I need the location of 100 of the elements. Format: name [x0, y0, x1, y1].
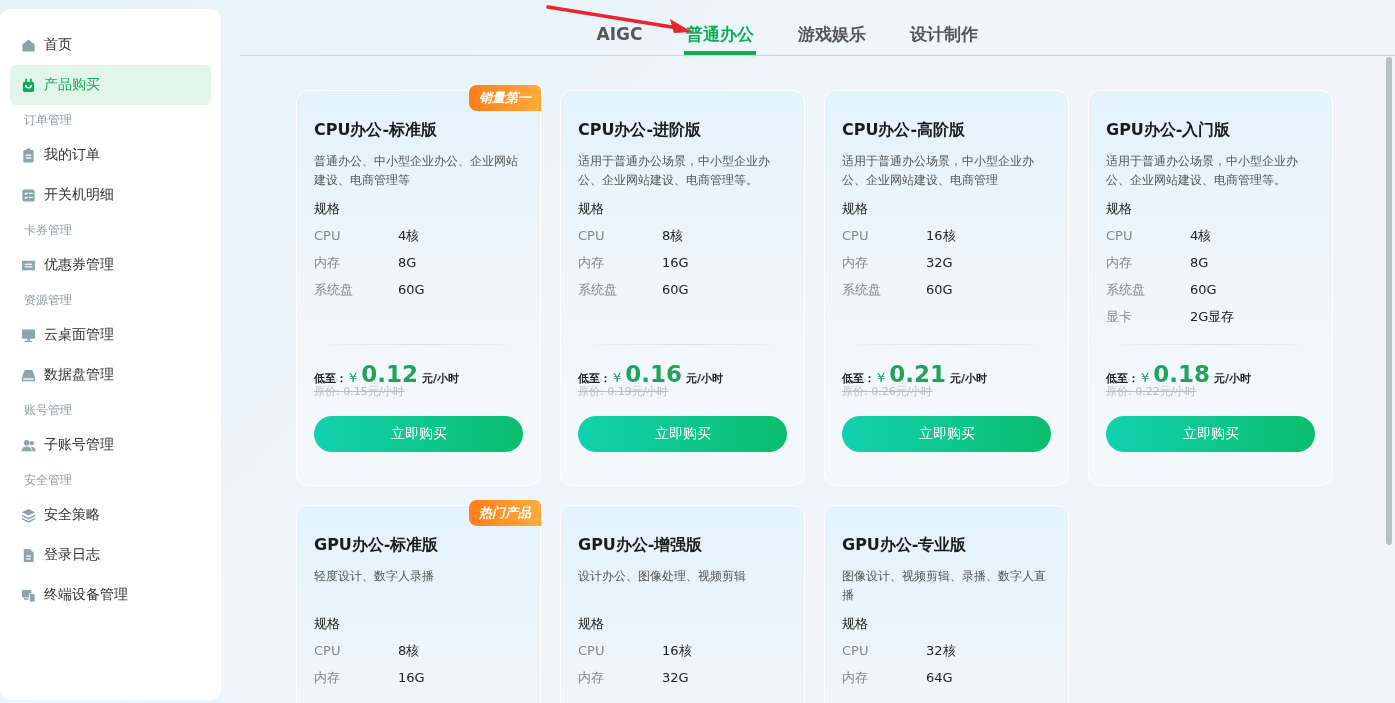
price-amount: 0.18	[1153, 361, 1211, 387]
spec-value: 16G	[398, 670, 425, 685]
spec-value: 4核	[398, 226, 420, 245]
spec-label: 系统盘	[578, 280, 618, 299]
price-prefix: 低至：	[578, 371, 611, 386]
currency-sign: ¥	[613, 370, 622, 385]
price-unit: 元/小时	[686, 371, 724, 386]
spec-value: 32G	[662, 670, 689, 685]
badge: 热门产品	[469, 500, 541, 526]
badge: 销量第一	[469, 85, 541, 111]
home-icon	[21, 37, 36, 53]
spec-value: 4核	[1190, 226, 1212, 245]
spec-label: CPU	[842, 643, 870, 658]
spec-value: 8G	[1190, 255, 1209, 270]
price-prefix: 低至：	[842, 371, 875, 386]
price-unit: 元/小时	[422, 371, 460, 386]
tab[interactable]: 游戏娱乐	[796, 9, 869, 55]
spec-label: 系统盘	[1106, 280, 1146, 299]
bag-icon	[21, 77, 36, 93]
checklist-icon	[21, 187, 36, 203]
users-icon	[21, 437, 36, 453]
spec-value: 16G	[662, 255, 689, 270]
section-heading: 安全管理	[23, 472, 73, 489]
spec-label: 内存	[314, 253, 341, 272]
drive-icon	[21, 367, 36, 383]
card-title: CPU办公-标准版	[314, 120, 439, 141]
card-description: 图像设计、视频剪辑、录播、数字人直播	[842, 568, 1047, 604]
price-amount: 0.12	[361, 361, 419, 387]
sidebar-item[interactable]: 首页	[10, 25, 211, 65]
spec-heading: 规格	[1106, 200, 1133, 218]
original-price: 原价: 0.26元/小时	[842, 384, 934, 399]
spec-value: 8核	[398, 641, 420, 660]
sidebar-item[interactable]: 安全策略	[10, 495, 211, 535]
clipboard-icon	[21, 147, 36, 163]
sidebar-item[interactable]: 优惠券管理	[10, 245, 211, 285]
tab[interactable]: AIGC	[594, 9, 645, 55]
spec-label: CPU	[578, 643, 606, 658]
spec-label: 内存	[1106, 253, 1133, 272]
monitor-icon	[21, 327, 36, 343]
original-price: 原价: 0.19元/小时	[578, 384, 670, 399]
sidebar-item[interactable]: 数据盘管理	[10, 355, 211, 395]
spec-label: CPU	[314, 643, 342, 658]
section-heading: 订单管理	[23, 112, 73, 129]
card-description: 适用于普通办公场景，中小型企业办公、企业网站建设、电商管理等。	[1106, 153, 1299, 189]
price-prefix: 低至：	[1106, 371, 1139, 386]
spec-value: 60G	[662, 282, 689, 297]
sidebar-item[interactable]: 云桌面管理	[10, 315, 211, 355]
spec-label: 系统盘	[842, 280, 882, 299]
card-description: 适用于普通办公场景，中小型企业办公、企业网站建设、电商管理	[842, 153, 1035, 189]
spec-heading: 规格	[314, 615, 341, 633]
document-icon	[21, 547, 36, 563]
spec-label: CPU	[578, 228, 606, 243]
spec-label: 内存	[578, 253, 605, 272]
spec-value: 60G	[398, 282, 425, 297]
spec-heading: 规格	[578, 200, 605, 218]
spec-value: 60G	[1190, 282, 1217, 297]
card-description: 适用于普通办公场景，中小型企业办公、企业网站建设、电商管理等。	[578, 153, 771, 189]
layers-icon	[21, 507, 36, 523]
spec-label: 系统盘	[314, 280, 354, 299]
original-price: 原价: 0.15元/小时	[314, 384, 406, 399]
spec-heading: 规格	[578, 615, 605, 633]
currency-sign: ¥	[1141, 370, 1150, 385]
currency-sign: ¥	[349, 370, 358, 385]
spec-label: 内存	[842, 253, 869, 272]
card-title: GPU办公-增强版	[578, 535, 704, 556]
spec-value: 32核	[926, 641, 956, 660]
spec-heading: 规格	[842, 615, 869, 633]
spec-value: 60G	[926, 282, 953, 297]
card-title: CPU办公-高阶版	[842, 120, 967, 141]
spec-label: 内存	[578, 668, 605, 687]
spec-value: 16核	[662, 641, 692, 660]
price-unit: 元/小时	[1214, 371, 1252, 386]
tab[interactable]: 设计制作	[908, 9, 981, 55]
card-description: 设计办公、图像处理、视频剪辑	[578, 568, 747, 585]
card-description: 轻度设计、数字人录播	[314, 568, 435, 585]
currency-sign: ¥	[877, 370, 886, 385]
section-heading: 账号管理	[23, 402, 73, 419]
spec-value: 8核	[662, 226, 684, 245]
sidebar-item[interactable]: 登录日志	[10, 535, 211, 575]
price-amount: 0.16	[625, 361, 683, 387]
spec-value: 32G	[926, 255, 953, 270]
spec-value: 2G显存	[1190, 307, 1235, 326]
spec-label: 显卡	[1106, 307, 1133, 326]
card-title: GPU办公-入门版	[1106, 120, 1232, 141]
sidebar-item[interactable]: 终端设备管理	[10, 575, 211, 615]
sidebar-item[interactable]: 我的订单	[10, 135, 211, 175]
spec-value: 64G	[926, 670, 953, 685]
card-title: GPU办公-标准版	[314, 535, 440, 556]
section-heading: 资源管理	[23, 292, 73, 309]
spec-label: CPU	[842, 228, 870, 243]
price-prefix: 低至：	[314, 371, 347, 386]
price-unit: 元/小时	[950, 371, 988, 386]
card-title: GPU办公-专业版	[842, 535, 968, 556]
spec-heading: 规格	[314, 200, 341, 218]
original-price: 原价: 0.22元/小时	[1106, 384, 1198, 399]
scrollbar-thumb[interactable]	[1386, 57, 1392, 545]
spec-value: 16核	[926, 226, 956, 245]
sidebar-item[interactable]: 子账号管理	[10, 425, 211, 465]
devices-icon	[21, 587, 36, 603]
sidebar-item[interactable]: 开关机明细	[10, 175, 211, 215]
